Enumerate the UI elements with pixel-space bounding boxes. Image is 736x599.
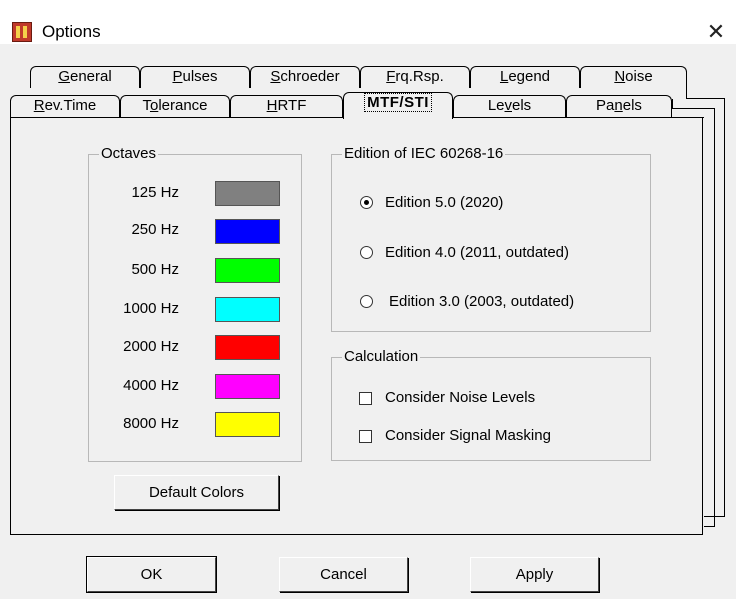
octave-color-swatch[interactable] [215,374,280,399]
tab-noise[interactable]: Noise [580,66,687,88]
window-title: Options [42,22,101,41]
octave-label: 8000 Hz [123,415,179,432]
stack-line [724,98,725,517]
apply-button[interactable]: Apply [470,557,599,592]
octave-color-swatch[interactable] [215,258,280,283]
octave-color-swatch[interactable] [215,181,280,206]
octave-label: 125 Hz [131,184,179,201]
edition-3-radio[interactable] [360,295,373,308]
octave-label: 4000 Hz [123,377,179,394]
tab-legend[interactable]: Legend [470,66,580,88]
calculation-title: Calculation [344,348,419,365]
stack-line [714,108,715,527]
panel-top-edge [453,117,704,118]
tab-rev-time[interactable]: Rev.Time [10,95,120,117]
stack-line [704,526,715,527]
app-icon [12,22,32,42]
cancel-button[interactable]: Cancel [279,557,408,592]
tab-mtf-sti[interactable]: MTF/STI [343,92,453,119]
panel-top-edge [10,117,343,118]
close-icon[interactable]: ✕ [702,18,730,46]
tab-pulses[interactable]: Pulses [140,66,250,88]
octave-label: 250 Hz [131,221,179,238]
tab-frq-rsp[interactable]: Frq.Rsp. [360,66,470,88]
octave-label: 1000 Hz [123,300,179,317]
octave-color-swatch[interactable] [215,219,280,244]
octave-color-swatch[interactable] [215,297,280,322]
consider-signal-masking-label[interactable]: Consider Signal Masking [385,426,551,446]
octave-label: 2000 Hz [123,338,179,355]
octave-color-swatch[interactable] [215,412,280,437]
title-bar: Options ✕ [0,0,736,44]
stack-line [672,108,715,109]
edition-5-label[interactable]: Edition 5.0 (2020) [385,193,503,213]
default-colors-button[interactable]: Default Colors [114,475,279,510]
octave-label: 500 Hz [131,261,179,278]
consider-signal-masking-checkbox[interactable] [359,430,372,443]
edition-4-radio[interactable] [360,246,373,259]
tab-tolerance[interactable]: Tolerance [120,95,230,117]
consider-noise-levels-checkbox[interactable] [359,392,372,405]
octaves-title: Octaves [101,145,157,162]
edition-title: Edition of IEC 60268-16 [344,145,504,162]
stack-line [672,99,673,108]
consider-noise-levels-label[interactable]: Consider Noise Levels [385,388,535,408]
stack-line [686,98,725,99]
tab-hrtf[interactable]: HRTF [230,95,343,117]
tab-panels[interactable]: Panels [566,95,672,117]
tab-levels[interactable]: Levels [453,95,566,117]
octave-color-swatch[interactable] [215,335,280,360]
edition-3-label[interactable]: Edition 3.0 (2003, outdated) [389,292,574,312]
ok-button[interactable]: OK [86,556,217,593]
tab-general[interactable]: General [30,66,140,88]
edition-4-label[interactable]: Edition 4.0 (2011, outdated) [385,243,569,263]
edition-5-radio[interactable] [360,196,373,209]
tab-schroeder[interactable]: Schroeder [250,66,360,88]
